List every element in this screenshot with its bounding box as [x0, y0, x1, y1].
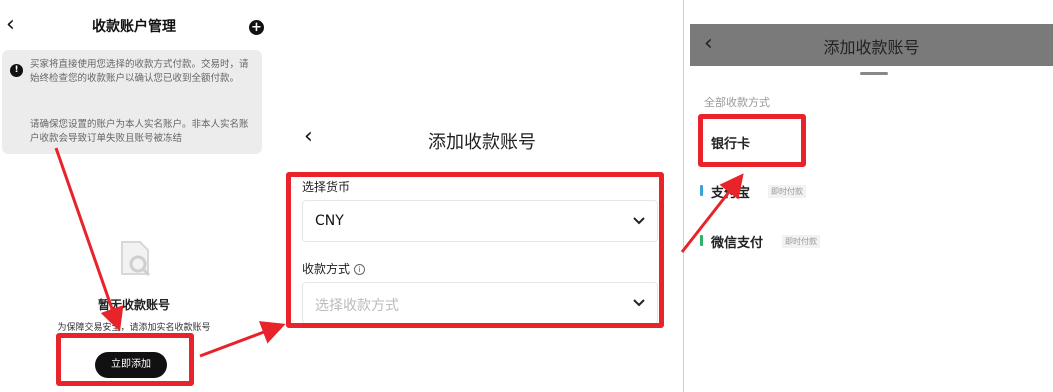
notice-text-real-name: 请确保您设置的账户为本人实名账户。非本人实名账户收款会导致订单失败且账号被冻结	[30, 119, 249, 144]
empty-state-subtitle: 为保障交易安全，请添加实名收款账号	[57, 323, 211, 333]
method-label: 支付宝	[711, 186, 751, 201]
method-alipay[interactable]: 支付宝 即时付款	[700, 180, 840, 204]
method-wechat-pay[interactable]: 微信支付 即时付款	[700, 230, 840, 254]
highlight-form-fields	[286, 172, 664, 328]
panel-divider	[683, 0, 684, 392]
page-title: 收款账户管理	[92, 19, 176, 35]
header: ‹ 收款账户管理 +	[0, 0, 268, 50]
page-title: 添加收款账号	[823, 38, 920, 57]
notice-text-payment: 买家将直接使用您选择的收款方式付款。交易时，请始终检查您的收款账户以确认您已收到…	[30, 59, 249, 84]
page-title: 添加收款账号	[428, 132, 536, 153]
highlight-bank-card	[698, 114, 806, 167]
instant-payment-badge: 即时付款	[782, 235, 820, 248]
info-icon: !	[10, 64, 23, 77]
instant-payment-badge: 即时付款	[768, 185, 806, 198]
add-icon[interactable]: +	[249, 20, 264, 35]
section-label: 全部收款方式	[704, 96, 770, 109]
empty-state-title: 暂无收款账号	[97, 298, 170, 312]
empty-document-icon	[121, 241, 151, 277]
method-label: 微信支付	[711, 236, 764, 251]
sheet-drag-handle[interactable]	[860, 72, 888, 75]
highlight-add-button	[56, 333, 194, 386]
notice-box: ! 买家将直接使用您选择的收款方式付款。交易时，请始终检查您的收款账户以确认您已…	[2, 50, 262, 154]
method-marker	[700, 185, 703, 196]
method-marker	[700, 235, 703, 246]
payment-method-sheet: ‹ 添加收款账号 全部收款方式 银行卡 支付宝 即时付款 微信支付 即时付款	[690, 24, 1053, 392]
